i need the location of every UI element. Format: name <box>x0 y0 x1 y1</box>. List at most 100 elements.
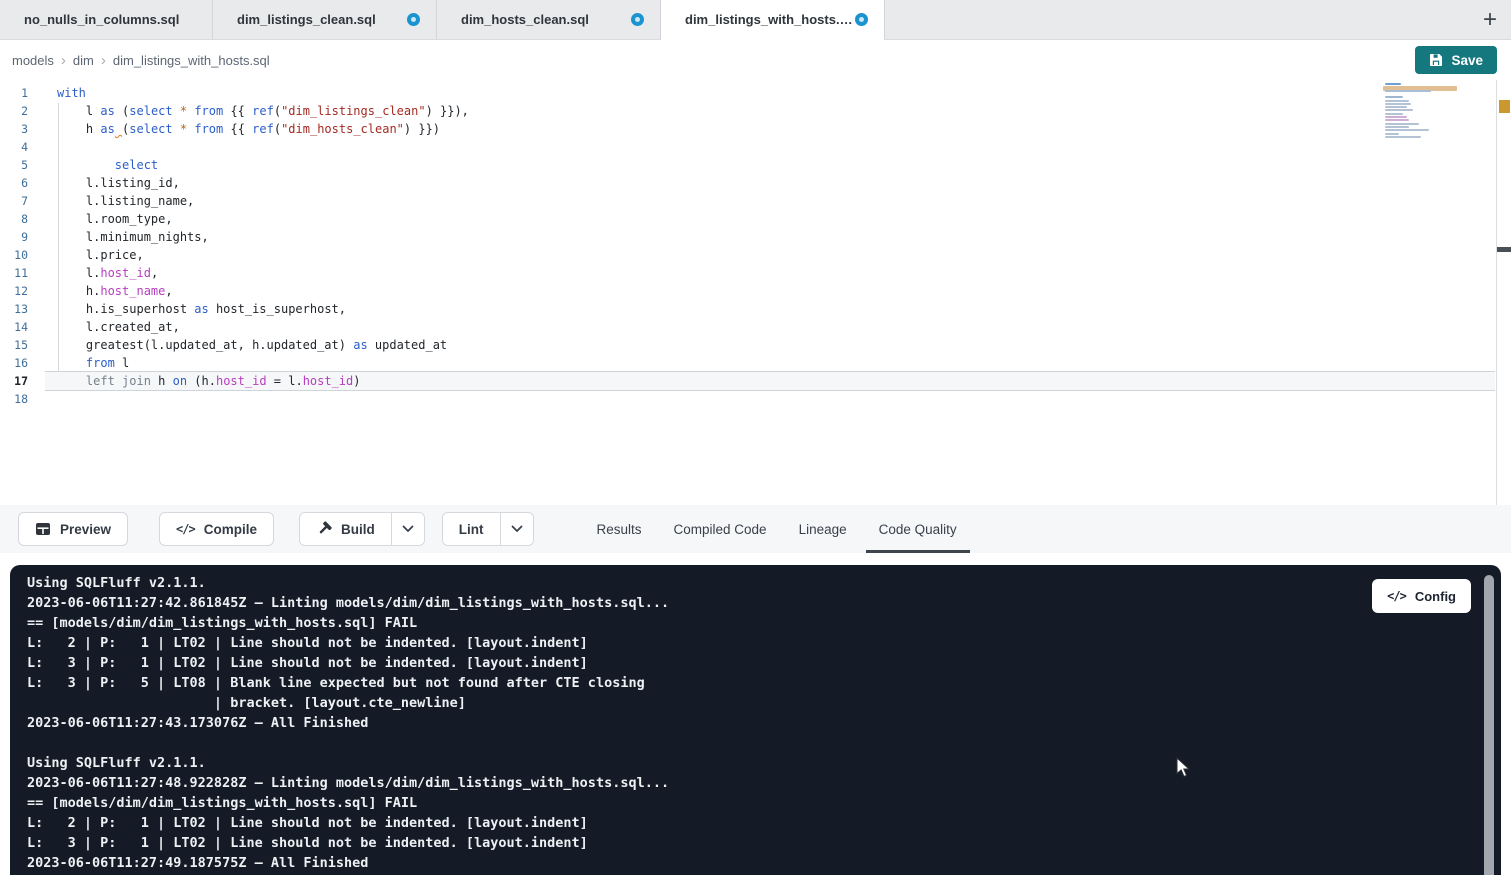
line-number: 10 <box>0 246 45 264</box>
build-dropdown-button[interactable] <box>391 513 424 545</box>
line-number: 5 <box>0 156 45 174</box>
preview-button[interactable]: Preview <box>18 512 128 546</box>
minimap[interactable] <box>1383 83 1457 141</box>
chevron-down-icon <box>402 525 414 533</box>
code-text: l.room_type, <box>45 210 1495 228</box>
config-button[interactable]: </> Config <box>1372 579 1471 613</box>
modified-dot-icon <box>631 13 644 26</box>
breadcrumb-dim[interactable]: dim <box>73 53 94 68</box>
code-text: l.listing_id, <box>45 174 1495 192</box>
terminal-line: L: 3 | P: 1 | LT02 | Line should not be … <box>27 833 1501 853</box>
code-icon: </> <box>176 522 195 536</box>
save-button[interactable]: Save <box>1415 46 1497 74</box>
terminal-scrollbar[interactable] <box>1484 575 1494 875</box>
line-number: 9 <box>0 228 45 246</box>
terminal-line: == [models/dim/dim_listings_with_hosts.s… <box>27 613 1501 633</box>
ruler-warning-marker <box>1499 100 1510 113</box>
tab-bar: no_nulls_in_columns.sql dim_listings_cle… <box>0 0 1511 40</box>
code-text: with <box>45 84 1495 102</box>
tab-code-quality[interactable]: Code Quality <box>866 505 970 553</box>
compile-button[interactable]: </> Compile <box>159 512 274 546</box>
code-text: l as (select * from {{ ref("dim_listings… <box>45 102 1495 120</box>
code-line[interactable]: 18 <box>0 390 1511 408</box>
overview-ruler[interactable] <box>1496 80 1497 505</box>
terminal-line: 2023-06-06T11:27:49.187575Z — All Finish… <box>27 853 1501 873</box>
config-label: Config <box>1415 589 1456 604</box>
terminal-panel: Using SQLFluff v2.1.1.2023-06-06T11:27:4… <box>10 565 1501 875</box>
line-number: 8 <box>0 210 45 228</box>
line-number: 6 <box>0 174 45 192</box>
dbt-ide-window: no_nulls_in_columns.sql dim_listings_cle… <box>0 0 1511 875</box>
tab-results[interactable]: Results <box>584 505 655 553</box>
modified-dot-icon <box>407 13 420 26</box>
code-text: l.listing_name, <box>45 192 1495 210</box>
tab-dim-listings-with-hosts[interactable]: dim_listings_with_hosts.sql <box>661 0 885 39</box>
terminal-line: 2023-06-06T11:27:48.922828Z — Linting mo… <box>27 773 1501 793</box>
terminal-line <box>27 733 1501 753</box>
terminal-line: L: 3 | P: 1 | LT02 | Line should not be … <box>27 653 1501 673</box>
code-text: from l <box>45 354 1495 372</box>
code-lines: 1with2 l as (select * from {{ ref("dim_l… <box>0 84 1511 408</box>
code-line[interactable]: 7 l.listing_name, <box>0 192 1511 210</box>
lint-dropdown-button[interactable] <box>500 513 533 545</box>
code-text: l.price, <box>45 246 1495 264</box>
code-line[interactable]: 1with <box>0 84 1511 102</box>
breadcrumb-file[interactable]: dim_listings_with_hosts.sql <box>113 53 270 68</box>
code-line[interactable]: 9 l.minimum_nights, <box>0 228 1511 246</box>
code-line[interactable]: 11 l.host_id, <box>0 264 1511 282</box>
code-line[interactable]: 10 l.price, <box>0 246 1511 264</box>
new-tab-button[interactable]: + <box>1469 0 1511 40</box>
code-text: greatest(l.updated_at, h.updated_at) as … <box>45 336 1495 354</box>
code-line[interactable]: 6 l.listing_id, <box>0 174 1511 192</box>
code-text <box>45 390 1495 408</box>
line-number: 3 <box>0 120 45 138</box>
tab-label: dim_listings_clean.sql <box>237 12 376 27</box>
lint-label: Lint <box>459 522 484 537</box>
line-number: 7 <box>0 192 45 210</box>
build-button[interactable]: Build <box>300 513 391 545</box>
terminal-line: Using SQLFluff v2.1.1. <box>27 573 1501 593</box>
line-number: 2 <box>0 102 45 120</box>
build-button-group: Build <box>299 512 425 546</box>
lint-button-group: Lint <box>442 512 534 546</box>
line-number: 13 <box>0 300 45 318</box>
terminal-line: L: 2 | P: 1 | LT02 | Line should not be … <box>27 813 1501 833</box>
compile-label: Compile <box>204 522 257 537</box>
code-line[interactable]: 12 h.host_name, <box>0 282 1511 300</box>
code-text: h.host_name, <box>45 282 1495 300</box>
code-line[interactable]: 2 l as (select * from {{ ref("dim_listin… <box>0 102 1511 120</box>
code-line[interactable]: 15 greatest(l.updated_at, h.updated_at) … <box>0 336 1511 354</box>
tab-label: dim_hosts_clean.sql <box>461 12 589 27</box>
code-line[interactable]: 17 left join h on (h.host_id = l.host_id… <box>0 372 1511 390</box>
tab-label: no_nulls_in_columns.sql <box>24 12 179 27</box>
code-line[interactable]: 3 h as (select * from {{ ref("dim_hosts_… <box>0 120 1511 138</box>
terminal-line: | bracket. [layout.cte_newline] <box>27 693 1501 713</box>
lint-button[interactable]: Lint <box>443 513 500 545</box>
terminal-line: L: 3 | P: 5 | LT08 | Blank line expected… <box>27 673 1501 693</box>
tab-no-nulls-in-columns[interactable]: no_nulls_in_columns.sql <box>0 0 213 39</box>
terminal-line: Using SQLFluff v2.1.1. <box>27 753 1501 773</box>
code-line[interactable]: 5 select <box>0 156 1511 174</box>
mouse-cursor <box>1176 757 1192 779</box>
chevron-right-icon: › <box>101 52 106 69</box>
code-icon: </> <box>1387 589 1406 603</box>
code-line[interactable]: 13 h.is_superhost as host_is_superhost, <box>0 300 1511 318</box>
tab-compiled-code[interactable]: Compiled Code <box>661 505 780 553</box>
code-line[interactable]: 8 l.room_type, <box>0 210 1511 228</box>
code-line[interactable]: 4 <box>0 138 1511 156</box>
code-text: h as (select * from {{ ref("dim_hosts_cl… <box>45 120 1495 138</box>
tab-lineage[interactable]: Lineage <box>786 505 860 553</box>
line-number: 11 <box>0 264 45 282</box>
code-text <box>45 138 1495 156</box>
code-line[interactable]: 14 l.created_at, <box>0 318 1511 336</box>
modified-dot-icon <box>855 13 868 26</box>
code-line[interactable]: 16 from l <box>0 354 1511 372</box>
action-bar: Preview </> Compile Build <box>0 505 1511 553</box>
tab-dim-listings-clean[interactable]: dim_listings_clean.sql <box>213 0 437 39</box>
code-editor[interactable]: 1with2 l as (select * from {{ ref("dim_l… <box>0 80 1511 505</box>
preview-label: Preview <box>60 522 111 537</box>
line-number: 1 <box>0 84 45 102</box>
breadcrumb-models[interactable]: models <box>12 53 54 68</box>
tab-label: dim_listings_with_hosts.sql <box>685 12 855 27</box>
tab-dim-hosts-clean[interactable]: dim_hosts_clean.sql <box>437 0 661 39</box>
